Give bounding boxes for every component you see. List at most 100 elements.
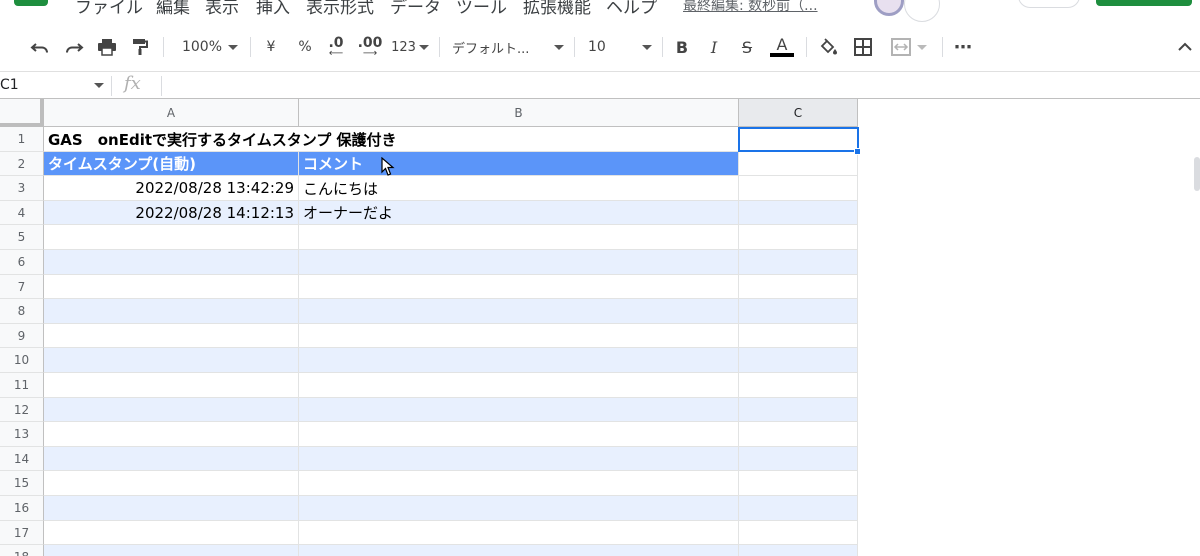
cell-c12[interactable] bbox=[739, 398, 858, 422]
cell-b3[interactable]: こんにちは bbox=[299, 176, 739, 201]
cell-c5[interactable] bbox=[739, 225, 858, 250]
account-avatar[interactable] bbox=[904, 0, 940, 22]
zoom-select[interactable]: 100% bbox=[178, 35, 242, 59]
cell-a1[interactable]: GAS onEditで実行するタイムスタンプ 保護付き bbox=[44, 127, 396, 152]
fill-color-icon[interactable] bbox=[816, 35, 840, 59]
cell-a5[interactable] bbox=[44, 225, 299, 250]
merge-cells-button[interactable] bbox=[886, 35, 932, 59]
more-options-icon[interactable]: ⋯ bbox=[952, 35, 974, 59]
cell-a17[interactable] bbox=[44, 521, 299, 545]
cell-a18[interactable] bbox=[44, 545, 299, 556]
row-header[interactable]: 10 bbox=[0, 348, 44, 373]
cell-a14[interactable] bbox=[44, 447, 299, 471]
cell-b7[interactable] bbox=[299, 275, 739, 299]
row-header[interactable]: 12 bbox=[0, 398, 44, 422]
row-header[interactable]: 17 bbox=[0, 521, 44, 545]
cell-a8[interactable] bbox=[44, 299, 299, 324]
redo-icon[interactable] bbox=[62, 35, 86, 59]
font-select[interactable]: デフォルト... bbox=[452, 35, 564, 59]
collapse-toolbar-icon[interactable] bbox=[1175, 35, 1195, 59]
column-header-b[interactable]: B bbox=[299, 99, 739, 127]
row-header[interactable]: 8 bbox=[0, 299, 44, 324]
cell-b11[interactable] bbox=[299, 373, 739, 398]
cell-b12[interactable] bbox=[299, 398, 739, 422]
cell-b8[interactable] bbox=[299, 299, 739, 324]
cell-a12[interactable] bbox=[44, 398, 299, 422]
column-header-c[interactable]: C bbox=[739, 99, 858, 127]
cell-c11[interactable] bbox=[739, 373, 858, 398]
row-header[interactable]: 5 bbox=[0, 225, 44, 250]
currency-format-button[interactable]: ¥ bbox=[260, 35, 282, 59]
menu-edit[interactable]: 編集 bbox=[156, 0, 190, 18]
menu-view[interactable]: 表示 bbox=[205, 0, 239, 18]
spreadsheet-grid[interactable]: A B C 1 GAS onEditで実行するタイムスタンプ 保護付き 2 タイムスタ… bbox=[0, 99, 1200, 556]
menu-data[interactable]: データ bbox=[390, 0, 441, 18]
menu-tools[interactable]: ツール bbox=[456, 0, 507, 18]
share-button[interactable] bbox=[1096, 0, 1192, 6]
menu-format[interactable]: 表示形式 bbox=[306, 0, 374, 18]
bold-button[interactable]: B bbox=[671, 35, 693, 59]
borders-icon[interactable] bbox=[851, 35, 875, 59]
meeting-button[interactable] bbox=[1018, 0, 1080, 8]
cell-a9[interactable] bbox=[44, 324, 299, 348]
cell-b18[interactable] bbox=[299, 545, 739, 556]
cell-c9[interactable] bbox=[739, 324, 858, 348]
row-header[interactable]: 9 bbox=[0, 324, 44, 348]
cell-a13[interactable] bbox=[44, 422, 299, 447]
row-header[interactable]: 4 bbox=[0, 201, 44, 225]
cell-b14[interactable] bbox=[299, 447, 739, 471]
text-color-button[interactable]: A bbox=[769, 35, 795, 59]
cell-a4[interactable]: 2022/08/28 14:12:13 bbox=[44, 201, 299, 225]
menu-extensions[interactable]: 拡張機能 bbox=[523, 0, 591, 18]
cell-c4[interactable] bbox=[739, 201, 858, 225]
increase-decimal-button[interactable]: .00 ⟶ bbox=[356, 35, 384, 59]
paint-format-icon[interactable] bbox=[128, 35, 152, 59]
menu-help[interactable]: ヘルプ bbox=[606, 0, 657, 18]
cell-b4[interactable]: オーナーだよ bbox=[299, 201, 739, 225]
font-size-select[interactable]: 10 bbox=[588, 35, 652, 59]
column-header-a[interactable]: A bbox=[44, 99, 299, 127]
cell-a10[interactable] bbox=[44, 348, 299, 373]
cell-b6[interactable] bbox=[299, 250, 739, 275]
cell-b5[interactable] bbox=[299, 225, 739, 250]
cell-c1[interactable] bbox=[739, 127, 858, 152]
sheets-logo-icon[interactable] bbox=[14, 0, 48, 6]
cell-c13[interactable] bbox=[739, 422, 858, 447]
cell-c18[interactable] bbox=[739, 545, 858, 556]
row-header[interactable]: 6 bbox=[0, 250, 44, 275]
cell-a15[interactable] bbox=[44, 471, 299, 496]
row-header[interactable]: 2 bbox=[0, 152, 44, 176]
last-edit-link[interactable]: 最終編集: 数秒前（... bbox=[683, 0, 818, 15]
decrease-decimal-button[interactable]: .0 ⟵ bbox=[325, 35, 347, 59]
cell-c8[interactable] bbox=[739, 299, 858, 324]
row-header[interactable]: 3 bbox=[0, 176, 44, 201]
cell-b10[interactable] bbox=[299, 348, 739, 373]
cell-c3[interactable] bbox=[739, 176, 858, 201]
cell-c10[interactable] bbox=[739, 348, 858, 373]
row-header[interactable]: 11 bbox=[0, 373, 44, 398]
cell-b9[interactable] bbox=[299, 324, 739, 348]
cell-b16[interactable] bbox=[299, 496, 739, 521]
cell-b2[interactable]: コメント bbox=[299, 152, 739, 176]
chevron-down-icon[interactable] bbox=[94, 83, 104, 88]
cell-a11[interactable] bbox=[44, 373, 299, 398]
cell-a3[interactable]: 2022/08/28 13:42:29 bbox=[44, 176, 299, 201]
formula-input[interactable] bbox=[170, 73, 1190, 99]
scrollbar-thumb[interactable] bbox=[1194, 157, 1200, 191]
percent-format-button[interactable]: % bbox=[294, 35, 316, 59]
row-header[interactable]: 14 bbox=[0, 447, 44, 471]
cell-c16[interactable] bbox=[739, 496, 858, 521]
more-formats-select[interactable]: 123 bbox=[390, 35, 430, 59]
print-icon[interactable] bbox=[95, 35, 119, 59]
menu-file[interactable]: ファイル bbox=[75, 0, 143, 18]
cell-c6[interactable] bbox=[739, 250, 858, 275]
cell-c15[interactable] bbox=[739, 471, 858, 496]
row-header[interactable]: 18 bbox=[0, 545, 44, 556]
cell-a2[interactable]: タイムスタンプ(自動) bbox=[44, 152, 299, 176]
fill-handle[interactable] bbox=[854, 148, 861, 155]
cell-c17[interactable] bbox=[739, 521, 858, 545]
row-header[interactable]: 1 bbox=[0, 127, 44, 152]
cell-b15[interactable] bbox=[299, 471, 739, 496]
cell-b17[interactable] bbox=[299, 521, 739, 545]
vertical-scrollbar[interactable] bbox=[1192, 127, 1200, 556]
